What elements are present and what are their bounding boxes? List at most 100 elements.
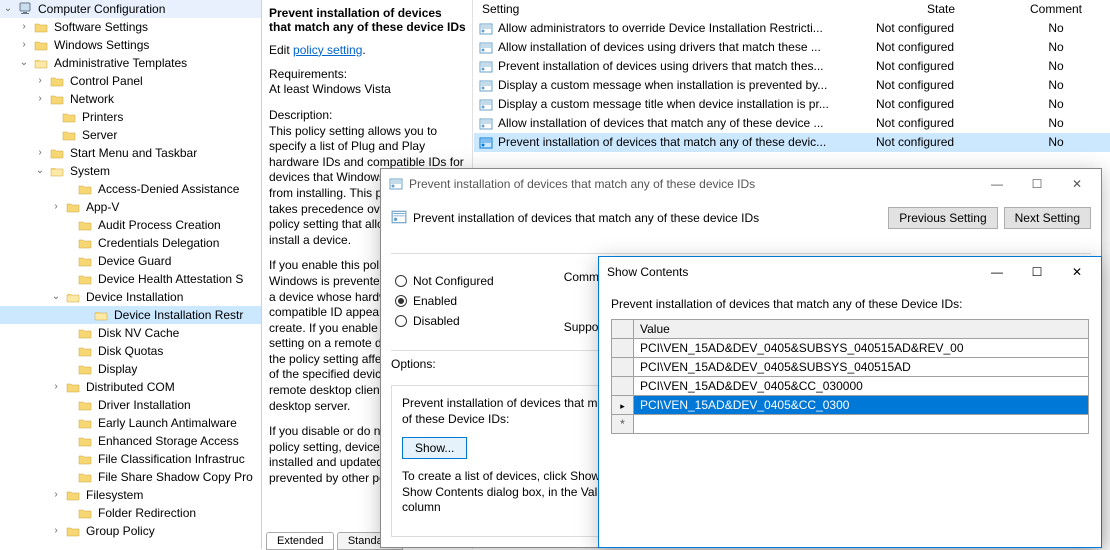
collapse-icon[interactable]: ⌄	[34, 162, 46, 180]
tree-node-administrative-templates[interactable]: ⌄Administrative Templates	[0, 54, 261, 72]
tree-node-software-settings[interactable]: ›Software Settings	[0, 18, 261, 36]
tree-node-windows-settings[interactable]: ›Windows Settings	[0, 36, 261, 54]
tree-node-file-class[interactable]: File Classification Infrastruc	[0, 450, 261, 468]
grid-row[interactable]: PCI\VEN_15AD&DEV_0405&SUBSYS_040515AD&RE…	[612, 339, 1089, 358]
setting-comment: No	[1006, 76, 1106, 95]
expand-icon[interactable]: ›	[34, 72, 46, 90]
tree-node-audit[interactable]: Audit Process Creation	[0, 216, 261, 234]
setting-name: Prevent installation of devices using dr…	[498, 57, 876, 76]
setting-comment: No	[1006, 19, 1106, 38]
maximize-button[interactable]: ☐	[1017, 258, 1057, 286]
tree-node-access-denied[interactable]: Access-Denied Assistance	[0, 180, 261, 198]
requirements-label: Requirements:	[269, 67, 466, 83]
value-cell[interactable]: PCI\VEN_15AD&DEV_0405&CC_0300	[634, 396, 1089, 415]
col-value[interactable]: Value	[634, 320, 1089, 339]
setting-state: Not configured	[876, 114, 1006, 133]
expand-icon[interactable]: ›	[34, 90, 46, 108]
tree-node-filesystem[interactable]: ›Filesystem	[0, 486, 261, 504]
folder-icon	[49, 146, 65, 160]
tree-node-system[interactable]: ⌄System	[0, 162, 261, 180]
tree-node-start-menu[interactable]: ›Start Menu and Taskbar	[0, 144, 261, 162]
tree-node-server[interactable]: Server	[0, 126, 261, 144]
radio-disabled[interactable]: Disabled	[395, 314, 494, 328]
setting-comment: No	[1006, 133, 1106, 152]
tree-node-early-am[interactable]: Early Launch Antimalware	[0, 414, 261, 432]
settings-row[interactable]: Allow administrators to override Device …	[474, 19, 1110, 38]
previous-setting-button[interactable]: Previous Setting	[888, 207, 997, 229]
row-header[interactable]	[612, 396, 634, 415]
row-header[interactable]	[612, 339, 634, 358]
tree-node-app-v[interactable]: ›App-V	[0, 198, 261, 216]
folder-icon	[33, 38, 49, 52]
tree-node-device-install-restr[interactable]: Device Installation Restr	[0, 306, 261, 324]
expand-icon[interactable]: ⌄	[2, 0, 14, 18]
value-cell[interactable]: PCI\VEN_15AD&DEV_0405&SUBSYS_040515AD	[634, 358, 1089, 377]
col-state[interactable]: State	[876, 2, 1006, 17]
grid-row-new[interactable]	[612, 415, 1089, 434]
maximize-button[interactable]: ☐	[1017, 170, 1057, 198]
setting-name: Display a custom message when installati…	[498, 76, 876, 95]
grid-row[interactable]: PCI\VEN_15AD&DEV_0405&CC_030000	[612, 377, 1089, 396]
folder-icon	[65, 488, 81, 502]
tree-node-device-health[interactable]: Device Health Attestation S	[0, 270, 261, 288]
minimize-button[interactable]: —	[977, 258, 1017, 286]
tree-node-device-install[interactable]: ⌄Device Installation	[0, 288, 261, 306]
expand-icon[interactable]: ›	[18, 36, 30, 54]
row-header[interactable]	[612, 377, 634, 396]
tree-node-disk-nv[interactable]: Disk NV Cache	[0, 324, 261, 342]
minimize-button[interactable]: —	[977, 170, 1017, 198]
tree-node-enhanced[interactable]: Enhanced Storage Access	[0, 432, 261, 450]
dialog-titlebar[interactable]: Show Contents — ☐ ✕	[599, 257, 1101, 287]
close-button[interactable]: ✕	[1057, 170, 1097, 198]
settings-row[interactable]: Allow installation of devices using driv…	[474, 38, 1110, 57]
tab-extended[interactable]: Extended	[266, 532, 334, 550]
value-cell[interactable]	[634, 415, 1089, 434]
settings-row[interactable]: Display a custom message when installati…	[474, 76, 1110, 95]
tree-node-computer-configuration[interactable]: ⌄ Computer Configuration	[0, 0, 261, 18]
tree-node-file-share[interactable]: File Share Shadow Copy Pro	[0, 468, 261, 486]
expand-icon[interactable]: ›	[34, 144, 46, 162]
grid-row[interactable]: PCI\VEN_15AD&DEV_0405&CC_0300	[612, 396, 1089, 415]
edit-policy-link[interactable]: policy setting	[293, 43, 362, 57]
tree-node-folder-redir[interactable]: Folder Redirection	[0, 504, 261, 522]
computer-icon	[17, 2, 33, 16]
tree-node-display[interactable]: Display	[0, 360, 261, 378]
setting-state: Not configured	[876, 19, 1006, 38]
expand-icon[interactable]: ›	[18, 18, 30, 36]
navigation-tree[interactable]: ⌄ Computer Configuration ›Software Setti…	[0, 0, 262, 549]
tree-node-printers[interactable]: Printers	[0, 108, 261, 126]
row-header[interactable]	[612, 415, 634, 434]
tree-node-driver[interactable]: Driver Installation	[0, 396, 261, 414]
tree-node-network[interactable]: ›Network	[0, 90, 261, 108]
tree-node-device-guard[interactable]: Device Guard	[0, 252, 261, 270]
tree-node-creds[interactable]: Credentials Delegation	[0, 234, 261, 252]
value-cell[interactable]: PCI\VEN_15AD&DEV_0405&CC_030000	[634, 377, 1089, 396]
tree-node-disk-quotas[interactable]: Disk Quotas	[0, 342, 261, 360]
tree-node-control-panel[interactable]: ›Control Panel	[0, 72, 261, 90]
row-header[interactable]	[612, 358, 634, 377]
settings-row[interactable]: Prevent installation of devices that mat…	[474, 133, 1110, 152]
show-button[interactable]: Show...	[402, 437, 467, 459]
next-setting-button[interactable]: Next Setting	[1004, 207, 1091, 229]
col-setting[interactable]: Setting	[478, 2, 876, 17]
grid-row[interactable]: PCI\VEN_15AD&DEV_0405&SUBSYS_040515AD	[612, 358, 1089, 377]
value-cell[interactable]: PCI\VEN_15AD&DEV_0405&SUBSYS_040515AD&RE…	[634, 339, 1089, 358]
settings-row[interactable]: Prevent installation of devices using dr…	[474, 57, 1110, 76]
policy-icon	[389, 177, 403, 191]
collapse-icon[interactable]: ⌄	[18, 54, 30, 72]
dialog-titlebar[interactable]: Prevent installation of devices that mat…	[381, 169, 1101, 199]
col-comment[interactable]: Comment	[1006, 2, 1106, 17]
tree-node-dist-com[interactable]: ›Distributed COM	[0, 378, 261, 396]
settings-row[interactable]: Display a custom message title when devi…	[474, 95, 1110, 114]
tree-node-group-policy[interactable]: ›Group Policy	[0, 522, 261, 540]
radio-enabled[interactable]: Enabled	[395, 294, 494, 308]
close-button[interactable]: ✕	[1057, 258, 1097, 286]
setting-icon	[478, 40, 494, 56]
folder-icon	[93, 308, 109, 322]
radio-not-configured[interactable]: Not Configured	[395, 274, 494, 288]
setting-icon	[478, 116, 494, 132]
column-headers[interactable]: Setting State Comment	[474, 0, 1110, 19]
setting-state: Not configured	[876, 76, 1006, 95]
value-grid[interactable]: Value PCI\VEN_15AD&DEV_0405&SUBSYS_04051…	[611, 319, 1089, 434]
settings-row[interactable]: Allow installation of devices that match…	[474, 114, 1110, 133]
